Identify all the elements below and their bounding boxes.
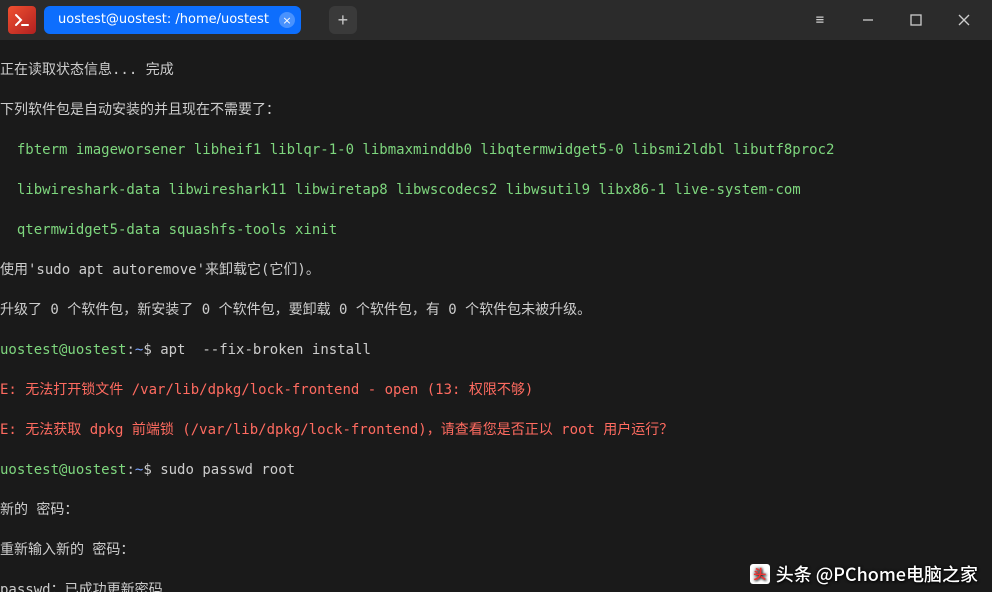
output-line: 正在读取状态信息... 完成 xyxy=(0,60,992,80)
package-line: libwireshark-data libwireshark11 libwire… xyxy=(0,180,992,200)
package-line: qtermwidget5-data squashfs-tools xinit xyxy=(0,220,992,240)
output-line: 重新输入新的 密码： xyxy=(0,540,992,560)
maximize-icon[interactable] xyxy=(896,0,936,40)
command-text: sudo passwd root xyxy=(160,462,295,478)
menu-icon[interactable]: ≡ xyxy=(800,0,840,40)
error-line: E: 无法获取 dpkg 前端锁 (/var/lib/dpkg/lock-fro… xyxy=(0,420,992,440)
tab-close-icon[interactable]: × xyxy=(279,12,295,28)
tab-current[interactable]: uostest@uostest: /home/uostest × xyxy=(44,6,301,34)
error-line: E: 无法打开锁文件 /var/lib/dpkg/lock-frontend -… xyxy=(0,380,992,400)
new-tab-button[interactable]: + xyxy=(329,6,357,34)
title-bar: uostest@uostest: /home/uostest × + ≡ xyxy=(0,0,992,40)
prompt-line: uostest@uostest:~$ sudo passwd root xyxy=(0,460,992,480)
close-icon[interactable] xyxy=(944,0,984,40)
command-text: apt --fix-broken install xyxy=(160,342,371,358)
prompt-line: uostest@uostest:~$ apt --fix-broken inst… xyxy=(0,340,992,360)
package-line: fbterm imageworsener libheif1 liblqr-1-0… xyxy=(0,140,992,160)
terminal-output[interactable]: 正在读取状态信息... 完成 下列软件包是自动安装的并且现在不需要了： fbte… xyxy=(0,40,992,592)
output-line: 使用'sudo apt autoremove'来卸载它(它们)。 xyxy=(0,260,992,280)
minimize-icon[interactable] xyxy=(848,0,888,40)
terminal-app-icon xyxy=(8,6,36,34)
output-line: 下列软件包是自动安装的并且现在不需要了： xyxy=(0,100,992,120)
output-line: 新的 密码： xyxy=(0,500,992,520)
output-line: passwd：已成功更新密码 xyxy=(0,580,992,592)
tab-title: uostest@uostest: /home/uostest xyxy=(58,10,269,30)
output-line: 升级了 0 个软件包，新安装了 0 个软件包，要卸载 0 个软件包，有 0 个软… xyxy=(0,300,992,320)
